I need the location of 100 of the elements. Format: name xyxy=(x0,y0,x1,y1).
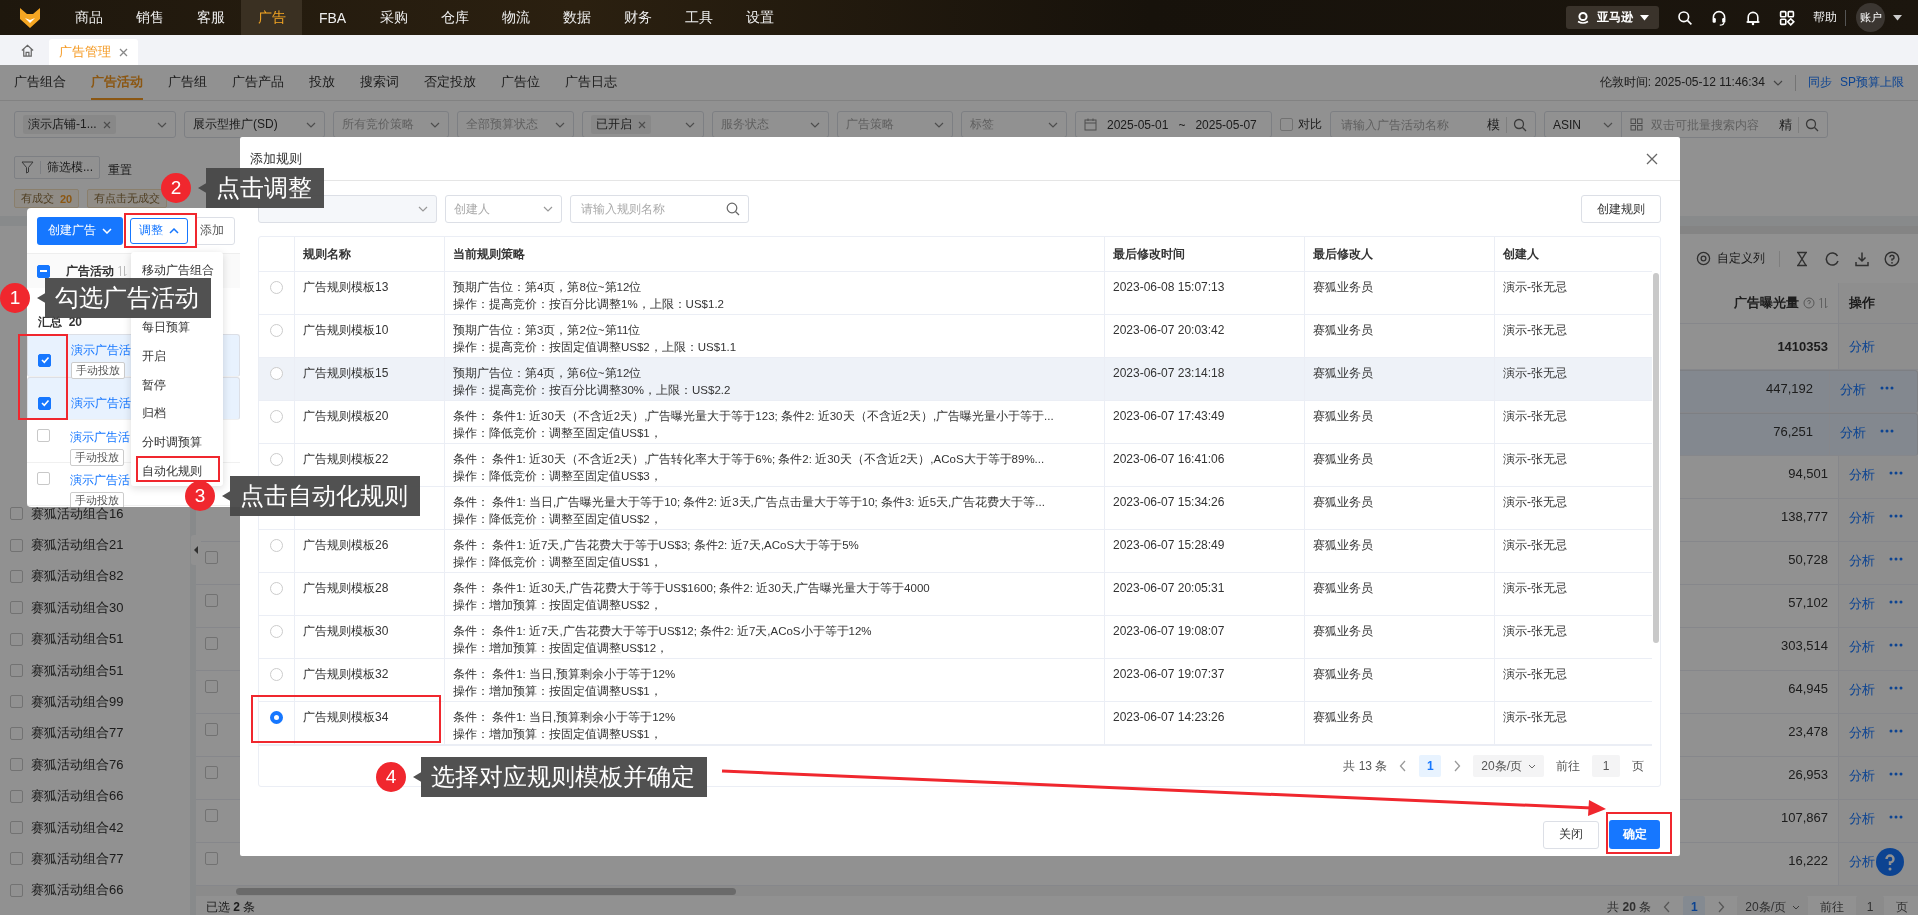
table-cell-text: 赛狐业务员 xyxy=(1313,408,1374,425)
table-cell-text: 操作：增加预算：按固定值调整US$1， xyxy=(453,727,663,742)
table-cell-text: 条件： 条件1: 当日,广告曝光量大于等于10; 条件2: 近3天,广告点击量大于等于10; 条件3: 近5天,广告花费大于等... xyxy=(453,495,1046,510)
targeting-tag: 手动投放 xyxy=(70,449,124,466)
table-cell-text: 操作：降低竞价：调整至固定值US$3， xyxy=(453,469,663,484)
table-cell-text: 演示-张无忌 xyxy=(1503,494,1568,511)
table-cell-text: 条件： 条件1: 当日,预算剩余小于等于12% xyxy=(453,667,677,682)
table-cell-text: 广告规则模板32 xyxy=(303,666,390,683)
table-cell-text: 演示-张无忌 xyxy=(1503,322,1568,339)
table-cell-text: 赛狐业务员 xyxy=(1313,666,1374,683)
table-cell-text: 广告规则模板30 xyxy=(303,623,390,640)
table-cell: 94,501 xyxy=(1788,466,1828,481)
table-cell-text: 演示-张无忌 xyxy=(1503,365,1568,382)
table-cell-text: 2023-06-07 23:14:18 xyxy=(1113,365,1226,382)
goto-label: 前往 xyxy=(1556,757,1580,775)
callout-label: 点击自动化规则 xyxy=(222,476,420,516)
table-cell: 138,777 xyxy=(1781,509,1828,524)
table-cell-text: 演示-张无忌 xyxy=(1503,666,1568,683)
table-cell: 107,867 xyxy=(1781,810,1828,825)
table-cell-text: 广告规则模板22 xyxy=(303,451,390,468)
targeting-tag: 手动投放 xyxy=(71,361,125,379)
column-header: 操作 xyxy=(1849,294,1875,312)
callout-label: 选择对应规则模板并确定 xyxy=(413,757,707,797)
table-cell-text: 广告规则模板13 xyxy=(303,279,390,296)
table-cell-text: 操作：降低竞价：调整至固定值US$1， xyxy=(453,426,663,441)
table-cell-text: 条件： 条件1: 当日,预算剩余小于等于12% xyxy=(453,710,677,725)
table-cell-text: 条件： 条件1: 近30天（不含近2天）,广告转化率大于等于6%; 条件2: 近30天（不含近2天）,ACoS大于等于89%... xyxy=(453,452,1046,467)
column-header: 创建人 xyxy=(1494,237,1652,271)
table-cell-text: 广告规则模板26 xyxy=(303,537,390,554)
table-cell-text: 预期广告位：第4页，第8位~第12位 xyxy=(453,280,643,295)
table-cell-text: 2023-06-07 17:43:49 xyxy=(1113,408,1226,425)
goto-label: 前往 xyxy=(1820,898,1844,915)
table-cell-text: 赛狐业务员 xyxy=(1313,580,1374,597)
table-cell-text: 赛狐业务员 xyxy=(1313,451,1374,468)
table-cell-text: 2023-06-07 19:08:07 xyxy=(1113,623,1226,640)
selection-count: 已选 2 条 xyxy=(206,898,256,915)
table-cell-text: 广告规则模板34 xyxy=(303,709,390,726)
dialog-title: 添加规则 xyxy=(250,149,302,168)
table-cell-text: 2023-06-08 15:07:13 xyxy=(1113,279,1226,296)
table-cell-text: 赛狐业务员 xyxy=(1313,279,1374,296)
table-cell-text: 预期广告位：第4页，第6位~第12位 xyxy=(453,366,643,381)
table-cell-text: 演示-张无忌 xyxy=(1503,580,1568,597)
targeting-tag: 手动投放 xyxy=(70,492,124,507)
table-cell-text: 操作：降低竞价：调整至固定值US$2， xyxy=(453,512,663,527)
table-cell-text: 操作：提高竞价：按百分比调整1%，上限：US$1.2 xyxy=(453,297,725,312)
page-unit: 页 xyxy=(1896,898,1908,915)
table-cell: 57,102 xyxy=(1788,595,1828,610)
column-header: 最后修改人 xyxy=(1304,237,1494,271)
table-cell-text: 广告规则模板10 xyxy=(303,322,390,339)
column-header: 最后修改时间 xyxy=(1104,237,1304,271)
table-cell: 26,953 xyxy=(1788,767,1828,782)
table-cell-text: 2023-06-07 15:34:26 xyxy=(1113,494,1226,511)
table-cell-text: 演示-张无忌 xyxy=(1503,408,1568,425)
table-cell-text: 操作：增加预算：按固定值调整US$12， xyxy=(453,641,670,656)
table-cell-text: 2023-06-07 15:28:49 xyxy=(1113,537,1226,554)
table-cell-text: 操作：提高竞价：按百分比调整30%，上限：US$2.2 xyxy=(453,383,732,398)
table-cell: 447,192 xyxy=(1766,381,1813,396)
table-cell-text: 2023-06-07 16:41:06 xyxy=(1113,451,1226,468)
table-cell: 303,514 xyxy=(1781,638,1828,653)
table-cell-text: 条件： 条件1: 近7天,广告花费大于等于US$3; 条件2: 近7天,ACoS大于等于5% xyxy=(453,538,860,553)
table-cell-text: 操作：降低竞价：调整至固定值US$1， xyxy=(453,555,663,570)
table-cell: 16,222 xyxy=(1788,853,1828,868)
table-cell-text: 演示-张无忌 xyxy=(1503,709,1568,726)
table-cell-text: 演示-张无忌 xyxy=(1503,279,1568,296)
table-cell-text: 赛狐业务员 xyxy=(1313,709,1374,726)
table-cell-text: 赛狐业务员 xyxy=(1313,623,1374,640)
table-cell-text: 赛狐业务员 xyxy=(1313,494,1374,511)
table-cell-text: 赛狐业务员 xyxy=(1313,365,1374,382)
table-cell: 76,251 xyxy=(1773,424,1813,439)
table-cell: 23,478 xyxy=(1788,724,1828,739)
checkbox-label: 对比 xyxy=(1298,116,1322,133)
table-cell-text: 演示-张无忌 xyxy=(1503,537,1568,554)
table-cell-text: 操作：增加预算：按固定值调整US$1， xyxy=(453,684,663,699)
page-unit: 页 xyxy=(1632,757,1644,775)
table-cell-text: 操作：增加预算：按固定值调整US$2， xyxy=(453,598,663,613)
column-header: 当前规则策略 xyxy=(444,237,1104,271)
table-cell-text: 条件： 条件1: 近30天,广告花费大于等于US$1600; 条件2: 近30天,广告曝光量大于等于4000 xyxy=(453,581,931,596)
table-cell-text: 演示-张无忌 xyxy=(1503,623,1568,640)
table-cell-text: 预期广告位：第3页，第2位~第11位 xyxy=(453,323,642,338)
table-cell-text: 2023-06-07 19:07:37 xyxy=(1113,666,1226,683)
total-count: 共 13 条 xyxy=(1343,757,1388,775)
table-cell-text: 操作：提高竞价：按固定值调整US$2，上限：US$1.1 xyxy=(453,340,738,355)
table-cell-text: 广告规则模板20 xyxy=(303,408,390,425)
table-cell-text: 2023-06-07 20:03:42 xyxy=(1113,322,1226,339)
table-cell: 64,945 xyxy=(1788,681,1828,696)
total-count: 共 20 条 xyxy=(1607,898,1652,915)
total-cell: 1410353 xyxy=(1777,339,1828,354)
column-header: 广告活动 xyxy=(66,262,114,280)
table-cell-text: 赛狐业务员 xyxy=(1313,322,1374,339)
table-cell: 50,728 xyxy=(1788,552,1828,567)
table-cell-text: 2023-06-07 14:23:26 xyxy=(1113,709,1226,726)
table-cell-text: 2023-06-07 20:05:31 xyxy=(1113,580,1226,597)
table-cell-text: 条件： 条件1: 近7天,广告花费大于等于US$12; 条件2: 近7天,ACoS小于等于12% xyxy=(453,624,873,639)
table-cell-text: 演示-张无忌 xyxy=(1503,451,1568,468)
table-cell-text: 广告规则模板15 xyxy=(303,365,390,382)
table-cell-text: 赛狐业务员 xyxy=(1313,537,1374,554)
callout-label: 点击调整 xyxy=(198,168,324,208)
table-cell-text: 条件： 条件1: 近30天（不含近2天）,广告曝光量大于等于123; 条件2: 近30天（不含近2天）,广告曝光量小于等于... xyxy=(453,409,1055,424)
column-header: 规则名称 xyxy=(294,237,444,271)
table-cell-text: 广告规则模板28 xyxy=(303,580,390,597)
